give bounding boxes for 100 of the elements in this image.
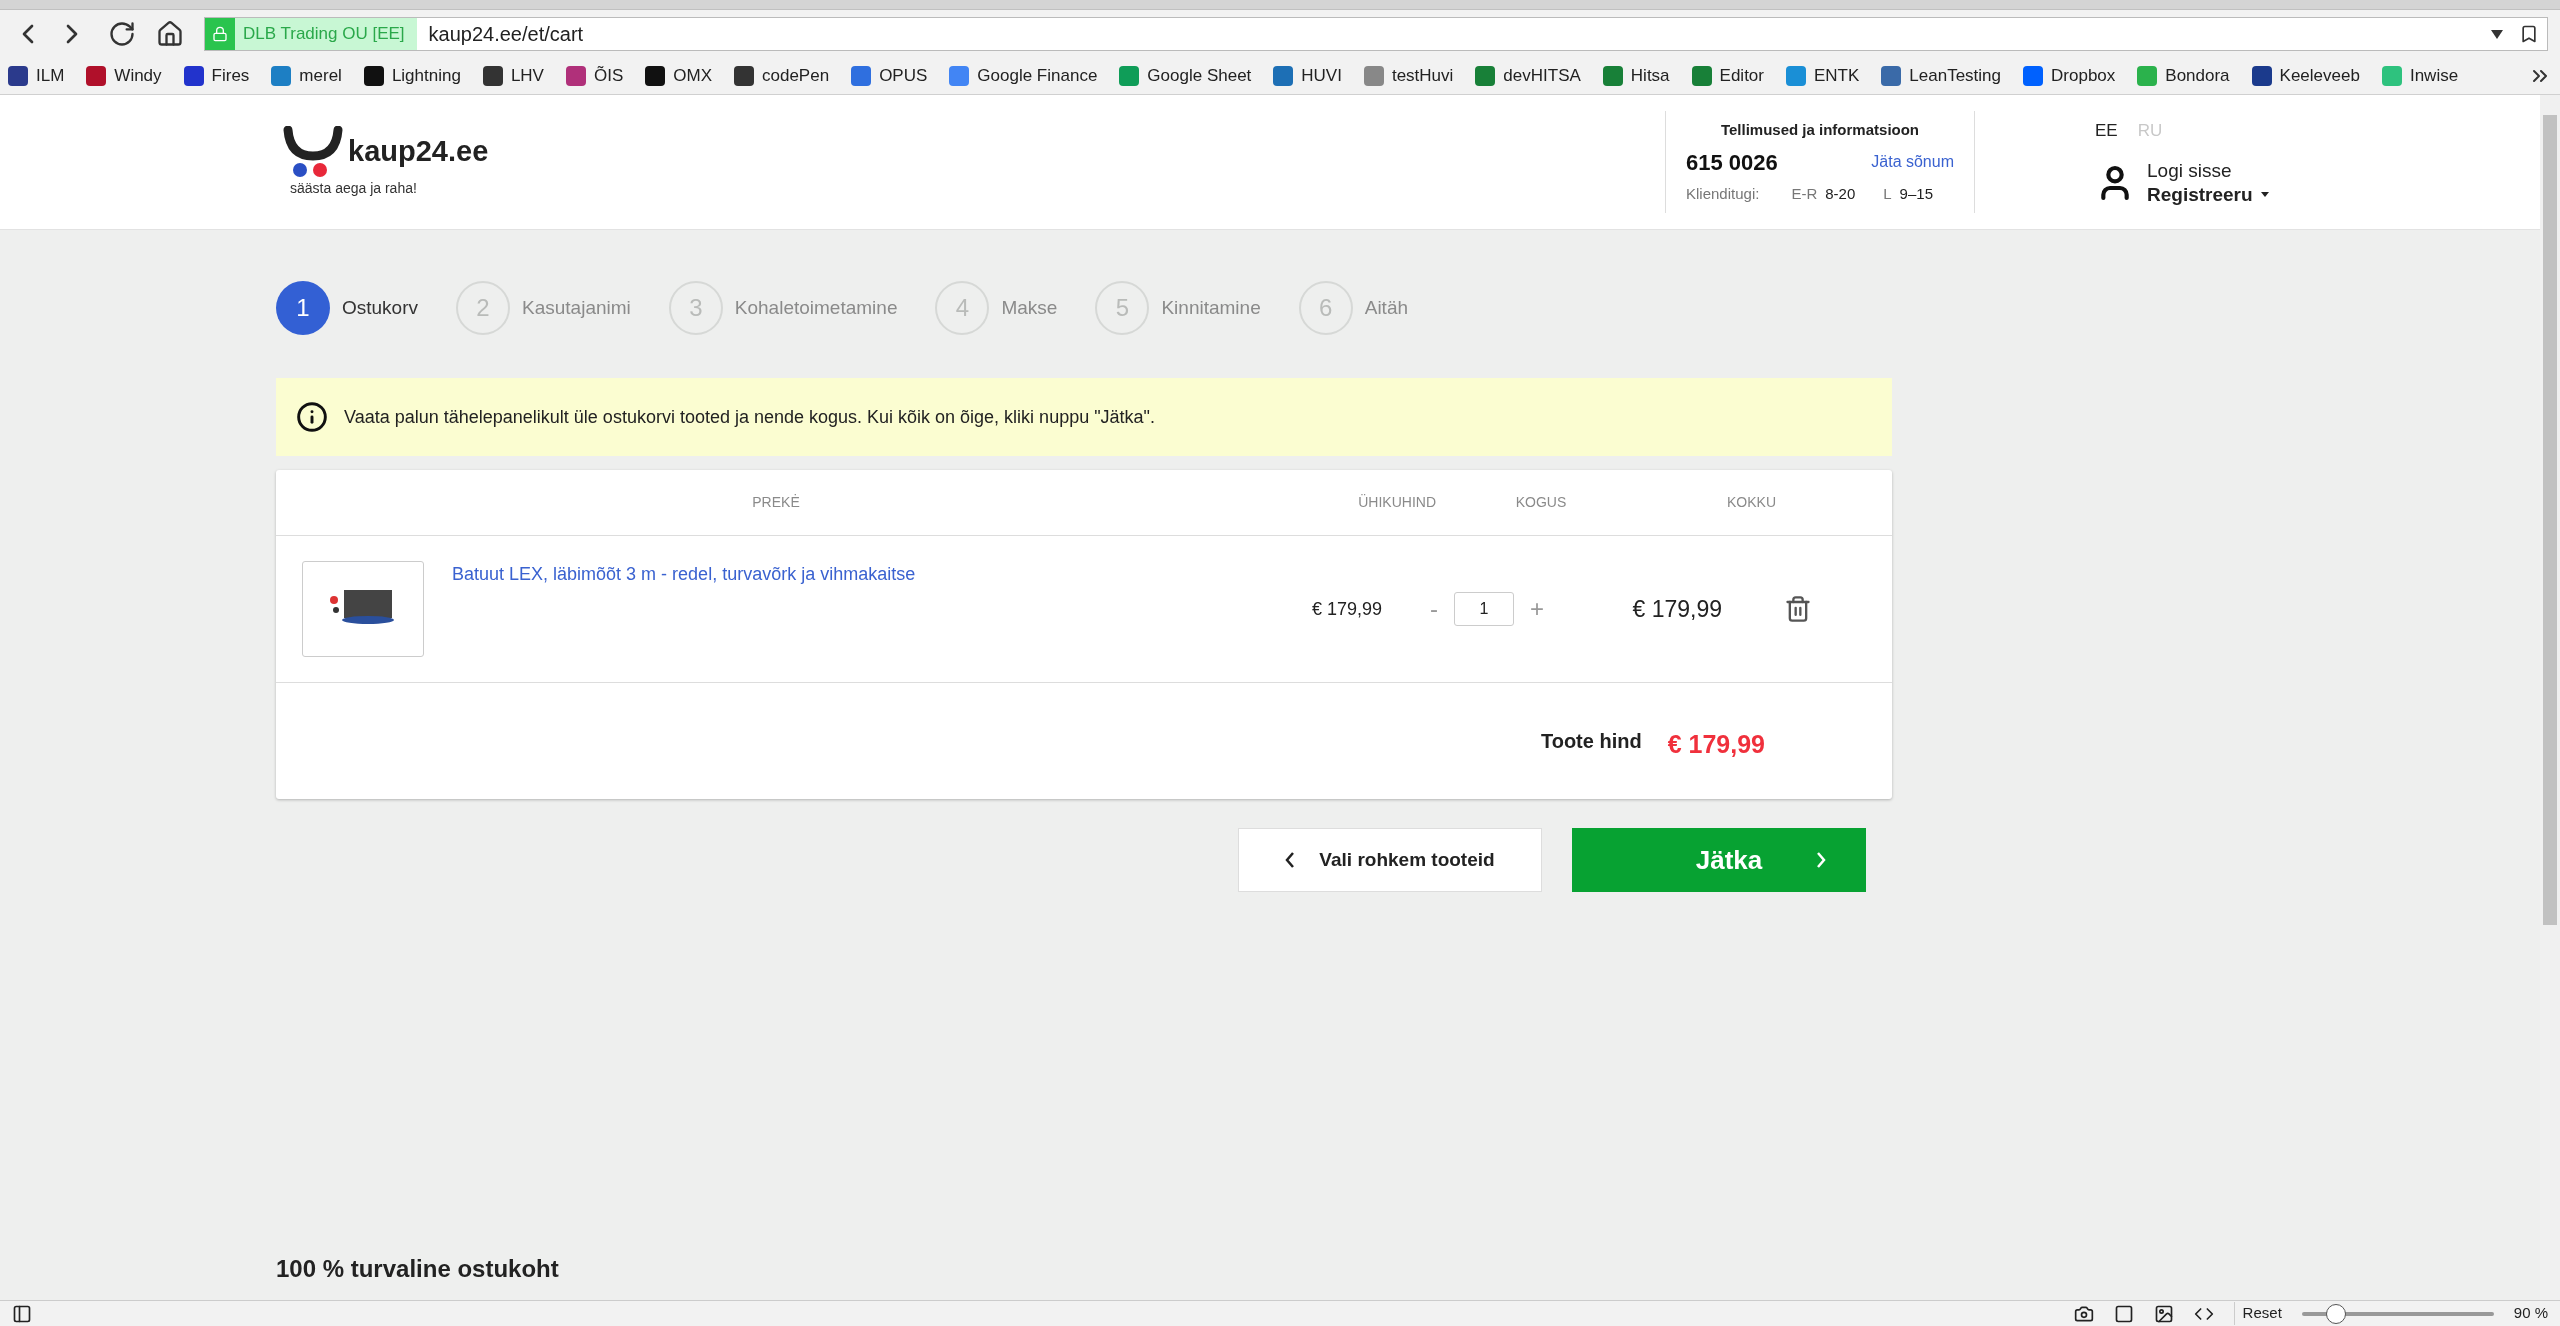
site-icon — [271, 66, 292, 86]
secure-shop-heading: 100 % turvaline ostukoht — [276, 1254, 560, 1284]
site-icon — [1786, 66, 1806, 86]
site-icon — [1881, 66, 1902, 86]
bookmark-item[interactable]: LHV — [482, 63, 544, 89]
site-icon — [851, 66, 872, 86]
bookmark-item[interactable]: Editor — [1691, 63, 1764, 89]
zoom-thumb[interactable] — [2326, 1303, 2347, 1324]
register-link[interactable]: Registreeru — [2147, 182, 2269, 207]
notice-text: Vaata palun tähelepanelikult üle ostukorvi tooted ja nende kogus. Kui kõik on õige, kliki nuppu "Jätka". — [344, 405, 1155, 429]
site-icon — [949, 66, 970, 86]
caret-icon — [2260, 192, 2269, 198]
product-link[interactable]: Batuut LEX, läbimõõt 3 m - redel, turvavõrk ja vihmakaitse — [452, 561, 1272, 682]
bookmark-icon[interactable] — [2519, 24, 2539, 44]
support-label: Klienditugi: — [1686, 183, 1760, 204]
bookmark-item[interactable]: HUVI — [1273, 63, 1342, 89]
bookmark-item[interactable]: testHuvi — [1363, 63, 1454, 89]
column-header: KOKKU — [1726, 493, 1776, 512]
site-icon — [8, 66, 28, 86]
bookmark-item[interactable]: merel — [271, 63, 342, 89]
hours-time: 8-20 — [1825, 183, 1856, 204]
step-label: Ostukorv — [342, 295, 419, 320]
panel-toggle-icon[interactable] — [12, 1303, 32, 1324]
logo-text: kaup24.ee — [348, 136, 489, 166]
bookmark-item[interactable]: LeanTesting — [1881, 63, 2002, 89]
info-icon — [296, 401, 328, 433]
image-icon[interactable] — [2153, 1303, 2174, 1324]
tagline: säästa aega ja raha! — [290, 178, 418, 198]
site-icon — [1602, 66, 1623, 86]
home-icon[interactable] — [156, 20, 184, 48]
continue-shopping-button[interactable]: Vali rohkem tooteid — [1238, 828, 1542, 892]
site-icon — [1475, 66, 1496, 86]
site-icon — [1119, 66, 1140, 86]
info-title: Tellimused ja informatsioon — [1719, 120, 1921, 140]
site-icon — [2137, 66, 2158, 86]
bookmark-item[interactable]: ILM — [8, 63, 65, 89]
step-label: Makse — [1001, 295, 1058, 320]
step-label: Kohaletoimetamine — [734, 295, 898, 320]
hours-time: 9–15 — [1899, 183, 1933, 204]
url-text: kaup24.ee/et/cart — [428, 22, 584, 47]
delete-icon[interactable] — [1784, 595, 1812, 623]
site-icon — [2381, 66, 2402, 86]
bookmark-item[interactable]: Google Sheet — [1119, 63, 1252, 89]
bookmark-item[interactable]: ENTK — [1786, 63, 1860, 89]
language-option[interactable]: EE — [2095, 117, 2118, 143]
bookmark-item[interactable]: Windy — [86, 63, 162, 89]
step-label: Aitäh — [1364, 295, 1409, 320]
bookmark-item[interactable]: Keeleveeb — [2251, 63, 2360, 89]
total-price: € 179,99 — [1667, 729, 1765, 761]
scrollbar[interactable] — [2540, 95, 2560, 1300]
window-icon[interactable] — [2113, 1303, 2134, 1324]
site-icon — [1363, 66, 1384, 86]
message-link[interactable]: Jäta sõnum — [1871, 150, 1954, 174]
bookmark-item[interactable]: devHITSA — [1475, 63, 1581, 89]
chevron-left-icon — [1285, 852, 1296, 868]
chevron-right-icon — [1816, 852, 1826, 868]
zoom-reading: 90 % — [2513, 1303, 2548, 1324]
site-icon — [1273, 66, 1294, 86]
bookmark-item[interactable]: Inwise — [2381, 63, 2459, 89]
bookmark-item[interactable]: Hitsa — [1602, 63, 1670, 89]
site-icon — [645, 66, 666, 86]
address-bar[interactable]: DLB Trading OU [EE] kaup24.ee/et/cart — [204, 17, 2548, 51]
column-header: KOGUS — [1514, 493, 1568, 512]
scroll-thumb[interactable] — [2543, 115, 2557, 925]
step-number: 1 — [276, 281, 330, 335]
bookmark-item[interactable]: Google Finance — [949, 63, 1098, 89]
site-icon — [565, 66, 586, 86]
site-icon — [363, 66, 384, 86]
site-icon — [2251, 66, 2272, 86]
row-total: € 179,99 — [1631, 594, 1722, 624]
column-header: PREKĖ — [751, 493, 801, 512]
bookmark-item[interactable]: Lightning — [363, 63, 461, 89]
login-link[interactable]: Logi sisse — [2147, 159, 2269, 183]
bookmark-item[interactable]: Fires — [183, 63, 250, 89]
hours-days: L — [1883, 182, 1892, 205]
reset-button[interactable]: Reset — [2233, 1302, 2282, 1325]
phone-number: 615 0026 — [1686, 148, 1778, 177]
site-icon — [86, 66, 107, 86]
bookmark-item[interactable]: OMX — [645, 63, 712, 89]
site-icon — [183, 66, 204, 86]
zoom-slider[interactable] — [2301, 1303, 2494, 1324]
dropdown-icon[interactable] — [2491, 29, 2503, 39]
column-header: ÜHIKUHIND — [1357, 493, 1436, 512]
logo-icon — [282, 125, 344, 178]
site-icon — [482, 66, 503, 86]
bookmark-item[interactable]: codePen — [734, 63, 830, 89]
quantity-field[interactable]: 1 — [1454, 592, 1514, 626]
bookmark-item[interactable]: OPUS — [851, 63, 928, 89]
hours-days: E-R — [1791, 182, 1818, 205]
bookmark-item[interactable]: ÕIS — [565, 63, 624, 89]
unit-price: € 179,99 — [1310, 597, 1382, 621]
bookmark-item[interactable]: Bondora — [2137, 63, 2230, 89]
site-icon — [734, 66, 754, 86]
reload-icon[interactable] — [108, 20, 136, 48]
lock-icon — [212, 26, 228, 42]
step-label: Kinnitamine — [1161, 295, 1261, 320]
site-icon — [2023, 66, 2044, 86]
total-label: Toote hind — [1540, 729, 1642, 754]
step-label: Kasutajanimi — [522, 295, 631, 320]
bookmark-item[interactable]: Dropbox — [2023, 63, 2116, 89]
